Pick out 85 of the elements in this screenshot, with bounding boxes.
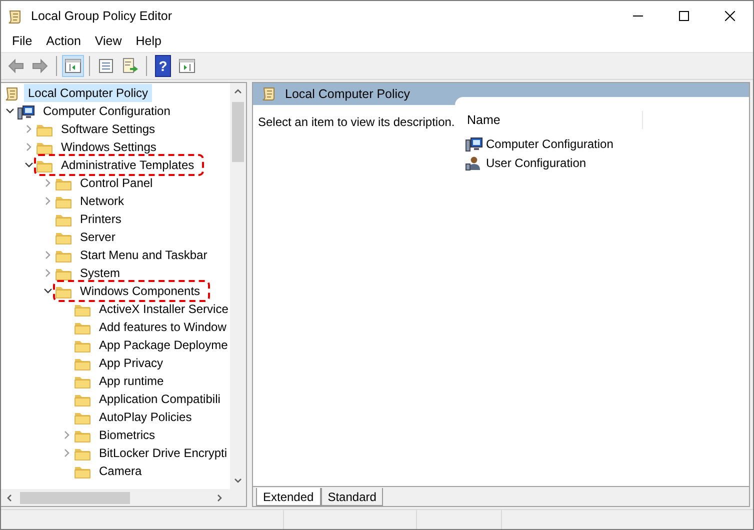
column-header[interactable]: Name — [467, 111, 643, 129]
expand-chevron-icon[interactable] — [43, 178, 53, 188]
scroll-thumb[interactable] — [20, 492, 130, 504]
vertical-scrollbar[interactable] — [230, 83, 246, 489]
expand-chevron-icon[interactable] — [62, 448, 72, 458]
maximize-icon — [679, 11, 689, 21]
expand-chevron-icon[interactable] — [62, 430, 72, 440]
close-icon — [725, 11, 735, 21]
collapse-chevron-icon[interactable] — [43, 286, 53, 296]
menu-item[interactable]: View — [88, 32, 129, 51]
tree-item[interactable]: Printers — [76, 210, 126, 228]
view-tab[interactable]: Standard — [320, 488, 384, 506]
tree-item[interactable]: App Package Deployme — [95, 336, 230, 354]
computer-icon — [17, 104, 35, 120]
toolbar-button[interactable] — [62, 55, 84, 77]
folder-icon — [74, 392, 91, 407]
toolbar-button[interactable]: ? — [155, 55, 171, 77]
folder-icon — [74, 374, 91, 389]
tree-item[interactable]: System — [76, 264, 124, 282]
pane-title: Local Computer Policy — [285, 86, 410, 103]
list-item[interactable]: User Configuration — [486, 154, 586, 172]
collapse-chevron-icon[interactable] — [24, 160, 34, 170]
computer-icon — [465, 136, 483, 152]
user-icon — [465, 155, 483, 172]
tree-item[interactable]: Start Menu and Taskbar — [76, 246, 212, 264]
tree-item[interactable]: Windows Components — [76, 282, 204, 300]
export-icon — [121, 57, 139, 75]
folder-icon — [74, 464, 91, 479]
expand-chevron-icon[interactable] — [43, 250, 53, 260]
tree-item[interactable]: BitLocker Drive Encrypti — [95, 444, 230, 462]
tree-item[interactable]: Camera — [95, 462, 146, 480]
folder-icon — [74, 428, 91, 443]
folder-icon — [55, 248, 72, 263]
scroll-icon — [7, 8, 23, 25]
tree-item[interactable]: App runtime — [95, 372, 168, 390]
folder-icon — [74, 338, 91, 353]
tree-item[interactable]: ActiveX Installer Service — [95, 300, 230, 318]
folder-icon — [55, 194, 72, 209]
panel-icon — [178, 57, 196, 75]
back-arrow-icon — [7, 57, 25, 75]
expand-chevron-icon[interactable] — [43, 268, 53, 278]
collapse-chevron-icon[interactable] — [5, 106, 15, 116]
folder-icon — [74, 446, 91, 461]
forward-arrow-icon — [31, 57, 49, 75]
folder-icon — [36, 122, 53, 137]
scroll-icon — [4, 86, 20, 102]
folder-icon — [36, 158, 53, 173]
folder-icon — [74, 320, 91, 335]
panel-icon — [64, 57, 82, 75]
menu-item[interactable]: File — [5, 32, 40, 51]
tree-item[interactable]: Computer Configuration — [39, 102, 174, 120]
folder-icon — [74, 410, 91, 425]
tree-item[interactable]: Biometrics — [95, 426, 160, 444]
folder-icon — [74, 356, 91, 371]
description-text: Select an item to view its description. — [257, 114, 456, 131]
tree-item[interactable]: Application Compatibili — [95, 390, 224, 408]
folder-icon — [55, 230, 72, 245]
tree-item[interactable]: Local Computer Policy — [24, 84, 152, 102]
folder-icon — [55, 212, 72, 227]
folder-icon — [36, 140, 53, 155]
tree-item[interactable]: Add features to Window — [95, 318, 230, 336]
window-title: Local Group Policy Editor — [31, 8, 174, 25]
expand-chevron-icon[interactable] — [43, 196, 53, 206]
view-tab[interactable]: Extended — [256, 488, 321, 506]
tree-item[interactable]: App Privacy — [95, 354, 168, 372]
tree-item[interactable]: Windows Settings — [57, 138, 160, 156]
expand-chevron-icon[interactable] — [24, 142, 34, 152]
tree-item[interactable]: Software Settings — [57, 120, 160, 138]
tree-item[interactable]: Administrative Templates — [57, 156, 198, 174]
menu-item[interactable]: Help — [128, 32, 168, 51]
expand-chevron-icon[interactable] — [24, 124, 34, 134]
horizontal-scrollbar[interactable] — [1, 489, 246, 506]
folder-icon — [55, 176, 72, 191]
folder-icon — [74, 302, 91, 317]
scroll-thumb[interactable] — [232, 102, 244, 162]
list-item[interactable]: Computer Configuration — [486, 134, 614, 152]
tree-item[interactable]: Network — [76, 192, 128, 210]
tree-item[interactable]: Control Panel — [76, 174, 157, 192]
properties-icon — [97, 57, 115, 75]
scroll-icon — [261, 86, 277, 102]
tree-item[interactable]: AutoPlay Policies — [95, 408, 196, 426]
folder-icon — [55, 284, 72, 299]
tree-item[interactable]: Server — [76, 228, 120, 246]
folder-icon — [55, 266, 72, 281]
menu-item[interactable]: Action — [39, 32, 88, 51]
